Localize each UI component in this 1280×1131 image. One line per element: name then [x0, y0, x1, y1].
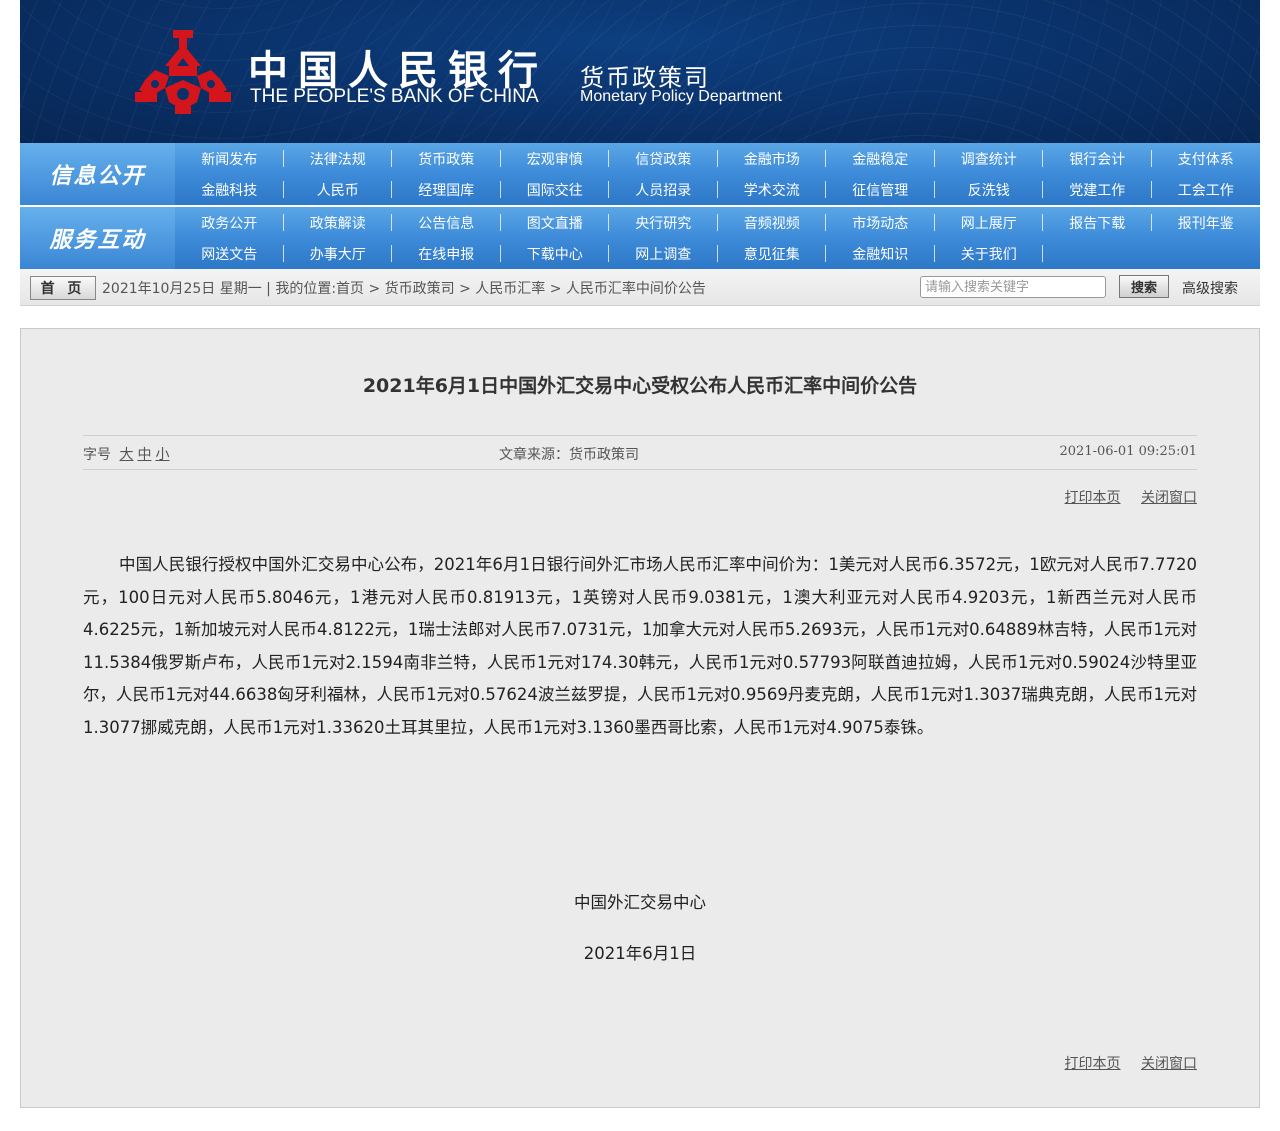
nav-item[interactable]: 新闻发布	[175, 143, 284, 174]
breadcrumb-bar: 首 页 2021年10月25日 星期一 | 我的位置:首页 > 货币政策司 > …	[20, 269, 1260, 306]
article-panel: 2021年6月1日中国外汇交易中心受权公布人民币汇率中间价公告 字号 大中小 文…	[20, 328, 1260, 1108]
nav-items: 新闻发布 法律法规 货币政策 宏观审慎 信贷政策 金融市场 金融稳定 调查统计 银行会计 支付体系…	[175, 143, 1260, 205]
article-signer: 中国外汇交易中心	[574, 893, 706, 912]
nav-group-label: 服务互动	[20, 207, 175, 269]
nav-item[interactable]: 音频视频	[718, 207, 827, 238]
nav-item[interactable]: 政策解读	[284, 207, 393, 238]
nav-item[interactable]: 公告信息	[392, 207, 501, 238]
article-source: 文章来源：货币政策司	[499, 447, 639, 463]
nav-item[interactable]: 市场动态	[826, 207, 935, 238]
nav-group-label: 信息公开	[20, 143, 175, 205]
search-input[interactable]	[920, 276, 1106, 298]
article-sign-date: 2021年6月1日	[583, 944, 697, 963]
font-size-control: 字号 大中小	[83, 444, 169, 464]
nav-item[interactable]: 信贷政策	[609, 143, 718, 174]
article-meta: 字号 大中小 文章来源：货币政策司 2021-06-01 09:25:01	[83, 435, 1197, 470]
nav-item[interactable]: 征信管理	[826, 174, 935, 205]
nav-item[interactable]: 关于我们	[935, 238, 1044, 269]
breadcrumb: 2021年10月25日 星期一 | 我的位置:首页 > 货币政策司 > 人民币汇…	[102, 281, 706, 297]
nav-item[interactable]: 金融科技	[175, 174, 284, 205]
close-window-link[interactable]: 关闭窗口	[1141, 490, 1197, 506]
print-page-link[interactable]: 打印本页	[1065, 490, 1121, 506]
nav-item[interactable]: 金融稳定	[826, 143, 935, 174]
nav-item[interactable]: 调查统计	[935, 143, 1044, 174]
page-wrapper: 中国人民银行 THE PEOPLE'S BANK OF CHINA 货币政策司 …	[20, 0, 1260, 1108]
article-tools-bottom: 打印本页 关闭窗口	[1049, 1053, 1197, 1073]
nav-item[interactable]: 意见征集	[718, 238, 827, 269]
nav-item[interactable]: 国际交往	[501, 174, 610, 205]
nav-item[interactable]: 下载中心	[501, 238, 610, 269]
font-size-medium[interactable]: 中	[137, 447, 151, 463]
bank-name-en: THE PEOPLE'S BANK OF CHINA	[250, 86, 539, 107]
article-title: 2021年6月1日中国外汇交易中心受权公布人民币汇率中间价公告	[362, 375, 918, 397]
nav-item[interactable]: 人员招录	[609, 174, 718, 205]
nav-item[interactable]: 经理国库	[392, 174, 501, 205]
nav-item[interactable]: 学术交流	[718, 174, 827, 205]
nav-item[interactable]: 图文直播	[501, 207, 610, 238]
nav-item[interactable]: 工会工作	[1152, 174, 1261, 205]
dept-name-en: Monetary Policy Department	[580, 88, 782, 105]
nav-item[interactable]: 网上调查	[609, 238, 718, 269]
nav-item[interactable]: 办事大厅	[284, 238, 393, 269]
font-size-label: 字号	[83, 447, 111, 463]
nav-item[interactable]: 宏观审慎	[501, 143, 610, 174]
nav-item[interactable]: 报告下载	[1043, 207, 1152, 238]
pboc-logo-icon[interactable]	[135, 30, 231, 114]
nav-item[interactable]: 金融市场	[718, 143, 827, 174]
article-datetime: 2021-06-01 09:25:01	[1059, 444, 1197, 459]
font-size-small[interactable]: 小	[155, 447, 169, 463]
nav-item[interactable]: 在线申报	[392, 238, 501, 269]
article-body: 中国人民银行授权中国外汇交易中心公布，2021年6月1日银行间外汇市场人民币汇率…	[83, 555, 1197, 737]
nav-item[interactable]: 银行会计	[1043, 143, 1152, 174]
nav-item[interactable]: 网上展厅	[935, 207, 1044, 238]
nav-item[interactable]: 人民币	[284, 174, 393, 205]
nav-item[interactable]: 报刊年鉴	[1152, 207, 1261, 238]
font-size-large[interactable]: 大	[119, 447, 133, 463]
nav-item[interactable]: 货币政策	[392, 143, 501, 174]
nav-item[interactable]: 党建工作	[1043, 174, 1152, 205]
nav-item[interactable]: 网送文告	[175, 238, 284, 269]
nav-item[interactable]: 法律法规	[284, 143, 393, 174]
search-button[interactable]: 搜索	[1119, 275, 1169, 298]
nav-item[interactable]: 政务公开	[175, 207, 284, 238]
nav-item[interactable]: 支付体系	[1152, 143, 1261, 174]
print-page-link[interactable]: 打印本页	[1065, 1056, 1121, 1072]
nav-item[interactable]: 反洗钱	[935, 174, 1044, 205]
main-nav: 信息公开 新闻发布 法律法规 货币政策 宏观审慎 信贷政策 金融市场 金融稳定 调查统计 银行会…	[20, 143, 1260, 269]
site-banner: 中国人民银行 THE PEOPLE'S BANK OF CHINA 货币政策司 …	[20, 0, 1260, 143]
home-button[interactable]: 首 页	[30, 276, 96, 300]
close-window-link[interactable]: 关闭窗口	[1141, 1056, 1197, 1072]
nav-group-service: 服务互动 政务公开 政策解读 公告信息 图文直播 央行研究 音频视频 市场动态 网上展厅 报告下…	[20, 207, 1260, 269]
nav-group-info: 信息公开 新闻发布 法律法规 货币政策 宏观审慎 信贷政策 金融市场 金融稳定 调查统计 银行会…	[20, 143, 1260, 207]
advanced-search-link[interactable]: 高级搜索	[1182, 278, 1238, 298]
nav-items: 政务公开 政策解读 公告信息 图文直播 央行研究 音频视频 市场动态 网上展厅 报告下载 报刊年鉴…	[175, 207, 1260, 269]
article-tools-top: 打印本页 关闭窗口	[1049, 487, 1197, 507]
nav-item[interactable]: 央行研究	[609, 207, 718, 238]
nav-item[interactable]: 金融知识	[826, 238, 935, 269]
